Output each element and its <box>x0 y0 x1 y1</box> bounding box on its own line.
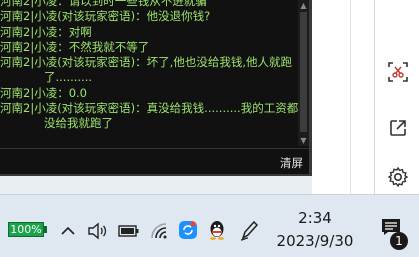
qq-button[interactable] <box>206 218 228 242</box>
battery-cap <box>44 226 47 233</box>
sync-app-icon <box>179 221 197 239</box>
taskbar: 100% 2:34 2023/9/30 1 <box>0 194 419 257</box>
chat-line: 河南2|小凌：不然我就不等了 <box>0 39 150 54</box>
chat-line: 河南2|小凌：对啊 <box>0 24 92 39</box>
chat-line: 没给我就跑了 <box>44 116 113 131</box>
chat-line: 河南2|小凌(对该玩家密语)：坏了,他也没给我钱,他人就跑 <box>0 55 292 70</box>
screenshot-icon <box>387 62 408 82</box>
open-external-icon <box>389 120 406 136</box>
wifi-icon <box>151 223 167 239</box>
pen-icon <box>240 220 259 241</box>
notification-badge: 1 <box>390 232 408 250</box>
battery-indicator[interactable]: 100% <box>8 222 44 237</box>
battery-plugged-icon <box>118 225 139 237</box>
chat-line: 河南2|小凌：0.0 <box>0 85 87 100</box>
sync-app-button[interactable] <box>177 219 199 241</box>
open-external-button[interactable] <box>375 111 419 145</box>
app-sidebar <box>374 0 419 194</box>
qq-icon <box>210 221 224 240</box>
chat-line: 了.......... <box>44 70 93 85</box>
system-clock[interactable]: 2:34 2023/9/30 <box>260 208 370 252</box>
chat-footer: 清屏 <box>0 148 309 174</box>
settings-button[interactable] <box>375 160 419 194</box>
scroll-up-icon[interactable]: ▲ <box>299 1 308 10</box>
chat-messages: 河南2|小凌：请以到时一些钱从不进就骗 河南2|小凌(对该玩家密语)：他没退你钱?… <box>0 0 298 146</box>
chat-line: 河南2|小凌：请以到时一些钱从不进就骗 <box>0 0 207 8</box>
chat-scrollbar[interactable]: ▲ ▼ <box>298 0 309 146</box>
clear-screen-button[interactable]: 清屏 <box>280 155 303 171</box>
settings-icon <box>387 166 408 188</box>
divider <box>350 0 351 194</box>
chat-line: 河南2|小凌(对该玩家密语)：他没退你钱? <box>0 9 211 24</box>
speaker-icon <box>88 222 107 240</box>
chat-window: 河南2|小凌：请以到时一些钱从不进就骗 河南2|小凌(对该玩家密语)：他没退你钱?… <box>0 0 312 176</box>
scroll-down-icon[interactable]: ▼ <box>299 136 308 145</box>
clock-time: 2:34 <box>298 209 332 227</box>
clock-date: 2023/9/30 <box>276 232 354 250</box>
show-hidden-icons-button[interactable] <box>58 222 78 240</box>
network-button[interactable] <box>148 220 170 242</box>
scroll-thumb[interactable] <box>300 12 307 132</box>
volume-button[interactable] <box>86 220 110 242</box>
chevron-up-icon <box>61 226 75 235</box>
pen-button[interactable] <box>238 217 262 243</box>
battery-status-button[interactable] <box>117 222 141 240</box>
chat-line: 河南2|小凌(对该玩家密语)：真没给我钱..........我的工资都 <box>0 101 298 116</box>
page-area <box>312 0 374 194</box>
screenshot-button[interactable] <box>375 55 419 89</box>
